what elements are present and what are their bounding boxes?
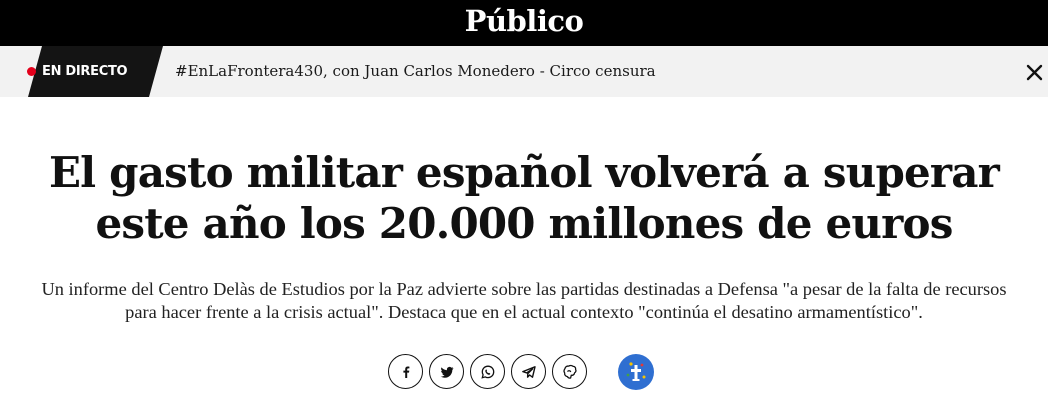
meneame-icon — [562, 364, 577, 379]
share-whatsapp-button[interactable] — [470, 354, 505, 389]
share-telegram-button[interactable] — [511, 354, 546, 389]
article-headline: El gasto militar español volverá a super… — [48, 148, 1000, 248]
close-button[interactable] — [1022, 59, 1048, 85]
live-headline-link[interactable]: #EnLaFrontera430, con Juan Carlos Monede… — [175, 46, 656, 97]
live-label: EN DIRECTO — [42, 64, 128, 79]
facebook-icon — [402, 366, 409, 378]
site-logo[interactable]: Público — [465, 7, 584, 36]
close-icon — [1026, 64, 1043, 81]
share-facebook-button[interactable] — [388, 354, 423, 389]
site-header: Público — [0, 0, 1048, 46]
live-dot-icon — [27, 67, 36, 76]
whatsapp-icon — [480, 365, 494, 379]
telegram-icon — [521, 365, 536, 378]
article-summary: Un informe del Centro Delàs de Estudios … — [41, 279, 1007, 322]
accessibility-badge[interactable] — [618, 354, 654, 390]
twitter-icon — [440, 366, 453, 378]
live-bar: EN DIRECTO #EnLaFrontera430, con Juan Ca… — [0, 46, 1048, 97]
share-twitter-button[interactable] — [429, 354, 464, 389]
accessibility-badge-icon — [622, 358, 650, 386]
share-meneame-button[interactable] — [552, 354, 587, 389]
